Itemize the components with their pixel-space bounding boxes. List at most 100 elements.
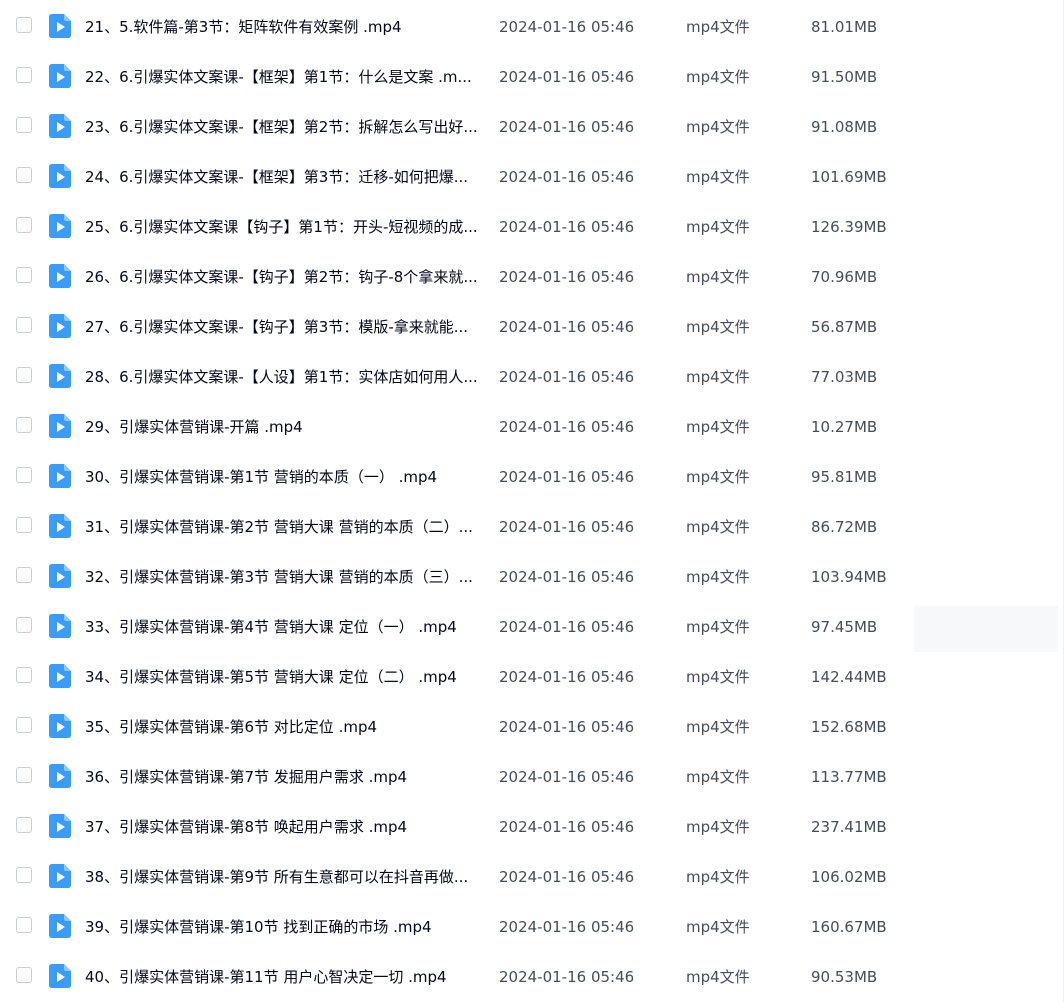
row-checkbox[interactable] bbox=[16, 317, 32, 333]
file-name[interactable]: 30、引爆实体营销课-第1节 营销的本质（一） .mp4 bbox=[85, 452, 480, 502]
file-row[interactable]: 28、6.引爆实体文案课-【人设】第1节：实体店如何用人... 2024-01-… bbox=[0, 352, 1063, 402]
file-type: mp4文件 bbox=[686, 368, 750, 386]
row-checkbox[interactable] bbox=[16, 967, 32, 983]
file-row[interactable]: 27、6.引爆实体文案课-【钩子】第3节：模版-拿来就能... 2024-01-… bbox=[0, 302, 1063, 352]
file-name[interactable]: 22、6.引爆实体文案课-【框架】第1节：什么是文案 .m... bbox=[85, 52, 480, 102]
file-type: mp4文件 bbox=[686, 818, 750, 836]
file-name[interactable]: 39、引爆实体营销课-第10节 找到正确的市场 .mp4 bbox=[85, 902, 480, 952]
file-type: mp4文件 bbox=[686, 218, 750, 236]
file-name[interactable]: 32、引爆实体营销课-第3节 营销大课 营销的本质（三）... bbox=[85, 552, 480, 602]
file-row[interactable]: 30、引爆实体营销课-第1节 营销的本质（一） .mp4 2024-01-16 … bbox=[0, 452, 1063, 502]
file-row[interactable]: 24、6.引爆实体文案课-【框架】第3节：迁移-如何把爆... 2024-01-… bbox=[0, 152, 1063, 202]
row-checkbox[interactable] bbox=[16, 567, 32, 583]
file-size: 126.39MB bbox=[811, 218, 887, 236]
row-checkbox[interactable] bbox=[16, 467, 32, 483]
file-modified-date: 2024-01-16 05:46 bbox=[499, 418, 635, 436]
file-row[interactable]: 37、引爆实体营销课-第8节 唤起用户需求 .mp4 2024-01-16 05… bbox=[0, 802, 1063, 852]
file-name[interactable]: 21、5.软件篇-第3节：矩阵软件有效案例 .mp4 bbox=[85, 2, 480, 52]
file-size: 10.27MB bbox=[811, 418, 878, 436]
file-size: 95.81MB bbox=[811, 468, 878, 486]
file-row[interactable]: 32、引爆实体营销课-第3节 营销大课 营销的本质（三）... 2024-01-… bbox=[0, 552, 1063, 602]
file-name[interactable]: 25、6.引爆实体文案课【钩子】第1节：开头-短视频的成... bbox=[85, 202, 480, 252]
file-row[interactable]: 21、5.软件篇-第3节：矩阵软件有效案例 .mp4 2024-01-16 05… bbox=[0, 2, 1063, 52]
file-row[interactable]: 39、引爆实体营销课-第10节 找到正确的市场 .mp4 2024-01-16 … bbox=[0, 902, 1063, 952]
file-name[interactable]: 24、6.引爆实体文案课-【框架】第3节：迁移-如何把爆... bbox=[85, 152, 480, 202]
file-size: 101.69MB bbox=[811, 168, 887, 186]
row-checkbox[interactable] bbox=[16, 667, 32, 683]
file-row[interactable]: 33、引爆实体营销课-第4节 营销大课 定位（一） .mp4 2024-01-1… bbox=[0, 602, 1063, 652]
video-file-icon bbox=[49, 64, 71, 88]
file-row[interactable]: 25、6.引爆实体文案课【钩子】第1节：开头-短视频的成... 2024-01-… bbox=[0, 202, 1063, 252]
file-size: 56.87MB bbox=[811, 318, 878, 336]
file-row[interactable]: 23、6.引爆实体文案课-【框架】第2节：拆解怎么写出好... 2024-01-… bbox=[0, 102, 1063, 152]
file-row[interactable]: 22、6.引爆实体文案课-【框架】第1节：什么是文案 .m... 2024-01… bbox=[0, 52, 1063, 102]
file-type: mp4文件 bbox=[686, 718, 750, 736]
file-modified-date: 2024-01-16 05:46 bbox=[499, 218, 635, 236]
file-name[interactable]: 35、引爆实体营销课-第6节 对比定位 .mp4 bbox=[85, 702, 480, 752]
file-name[interactable]: 33、引爆实体营销课-第4节 营销大课 定位（一） .mp4 bbox=[85, 602, 480, 652]
video-file-icon bbox=[49, 614, 71, 638]
file-modified-date: 2024-01-16 05:46 bbox=[499, 818, 635, 836]
file-size: 86.72MB bbox=[811, 518, 878, 536]
file-name[interactable]: 40、引爆实体营销课-第11节 用户心智决定一切 .mp4 bbox=[85, 952, 480, 1002]
file-name[interactable]: 26、6.引爆实体文案课-【钩子】第2节：钩子-8个拿来就... bbox=[85, 252, 480, 302]
file-size: 81.01MB bbox=[811, 18, 878, 36]
row-checkbox[interactable] bbox=[16, 817, 32, 833]
row-checkbox[interactable] bbox=[16, 417, 32, 433]
file-type: mp4文件 bbox=[686, 318, 750, 336]
row-checkbox[interactable] bbox=[16, 267, 32, 283]
video-file-icon bbox=[49, 264, 71, 288]
file-row[interactable]: 36、引爆实体营销课-第7节 发掘用户需求 .mp4 2024-01-16 05… bbox=[0, 752, 1063, 802]
file-modified-date: 2024-01-16 05:46 bbox=[499, 568, 635, 586]
file-type: mp4文件 bbox=[686, 968, 750, 986]
file-modified-date: 2024-01-16 05:46 bbox=[499, 68, 635, 86]
file-size: 91.08MB bbox=[811, 118, 878, 136]
row-checkbox[interactable] bbox=[16, 717, 32, 733]
file-size: 237.41MB bbox=[811, 818, 887, 836]
video-file-icon bbox=[49, 14, 71, 38]
file-row[interactable]: 38、引爆实体营销课-第9节 所有生意都可以在抖音再做... 2024-01-1… bbox=[0, 852, 1063, 902]
row-checkbox[interactable] bbox=[16, 917, 32, 933]
row-checkbox[interactable] bbox=[16, 517, 32, 533]
file-row[interactable]: 26、6.引爆实体文案课-【钩子】第2节：钩子-8个拿来就... 2024-01… bbox=[0, 252, 1063, 302]
video-file-icon bbox=[49, 314, 71, 338]
file-row[interactable]: 34、引爆实体营销课-第5节 营销大课 定位（二） .mp4 2024-01-1… bbox=[0, 652, 1063, 702]
file-row[interactable]: 40、引爆实体营销课-第11节 用户心智决定一切 .mp4 2024-01-16… bbox=[0, 952, 1063, 1002]
file-type: mp4文件 bbox=[686, 568, 750, 586]
file-modified-date: 2024-01-16 05:46 bbox=[499, 518, 635, 536]
file-size: 142.44MB bbox=[811, 668, 887, 686]
file-row[interactable]: 35、引爆实体营销课-第6节 对比定位 .mp4 2024-01-16 05:4… bbox=[0, 702, 1063, 752]
file-size: 77.03MB bbox=[811, 368, 878, 386]
video-file-icon bbox=[49, 164, 71, 188]
file-row[interactable]: 31、引爆实体营销课-第2节 营销大课 营销的本质（二）... 2024-01-… bbox=[0, 502, 1063, 552]
file-type: mp4文件 bbox=[686, 268, 750, 286]
file-name[interactable]: 27、6.引爆实体文案课-【钩子】第3节：模版-拿来就能... bbox=[85, 302, 480, 352]
row-checkbox[interactable] bbox=[16, 117, 32, 133]
video-file-icon bbox=[49, 114, 71, 138]
video-file-icon bbox=[49, 914, 71, 938]
row-checkbox[interactable] bbox=[16, 67, 32, 83]
row-checkbox[interactable] bbox=[16, 217, 32, 233]
video-file-icon bbox=[49, 764, 71, 788]
file-name[interactable]: 38、引爆实体营销课-第9节 所有生意都可以在抖音再做... bbox=[85, 852, 480, 902]
file-name[interactable]: 28、6.引爆实体文案课-【人设】第1节：实体店如何用人... bbox=[85, 352, 480, 402]
file-name[interactable]: 34、引爆实体营销课-第5节 营销大课 定位（二） .mp4 bbox=[85, 652, 480, 702]
row-checkbox[interactable] bbox=[16, 167, 32, 183]
file-name[interactable]: 31、引爆实体营销课-第2节 营销大课 营销的本质（二）... bbox=[85, 502, 480, 552]
row-checkbox[interactable] bbox=[16, 767, 32, 783]
file-type: mp4文件 bbox=[686, 118, 750, 136]
row-checkbox[interactable] bbox=[16, 17, 32, 33]
row-checkbox[interactable] bbox=[16, 617, 32, 633]
file-size: 90.53MB bbox=[811, 968, 878, 986]
file-name[interactable]: 37、引爆实体营销课-第8节 唤起用户需求 .mp4 bbox=[85, 802, 480, 852]
file-row[interactable]: 29、引爆实体营销课-开篇 .mp4 2024-01-16 05:46 mp4文… bbox=[0, 402, 1063, 452]
file-list: 21、5.软件篇-第3节：矩阵软件有效案例 .mp4 2024-01-16 05… bbox=[0, 2, 1063, 1002]
video-file-icon bbox=[49, 714, 71, 738]
file-name[interactable]: 36、引爆实体营销课-第7节 发掘用户需求 .mp4 bbox=[85, 752, 480, 802]
video-file-icon bbox=[49, 514, 71, 538]
row-checkbox[interactable] bbox=[16, 367, 32, 383]
file-name[interactable]: 29、引爆实体营销课-开篇 .mp4 bbox=[85, 402, 480, 452]
file-type: mp4文件 bbox=[686, 518, 750, 536]
row-checkbox[interactable] bbox=[16, 867, 32, 883]
file-name[interactable]: 23、6.引爆实体文案课-【框架】第2节：拆解怎么写出好... bbox=[85, 102, 480, 152]
